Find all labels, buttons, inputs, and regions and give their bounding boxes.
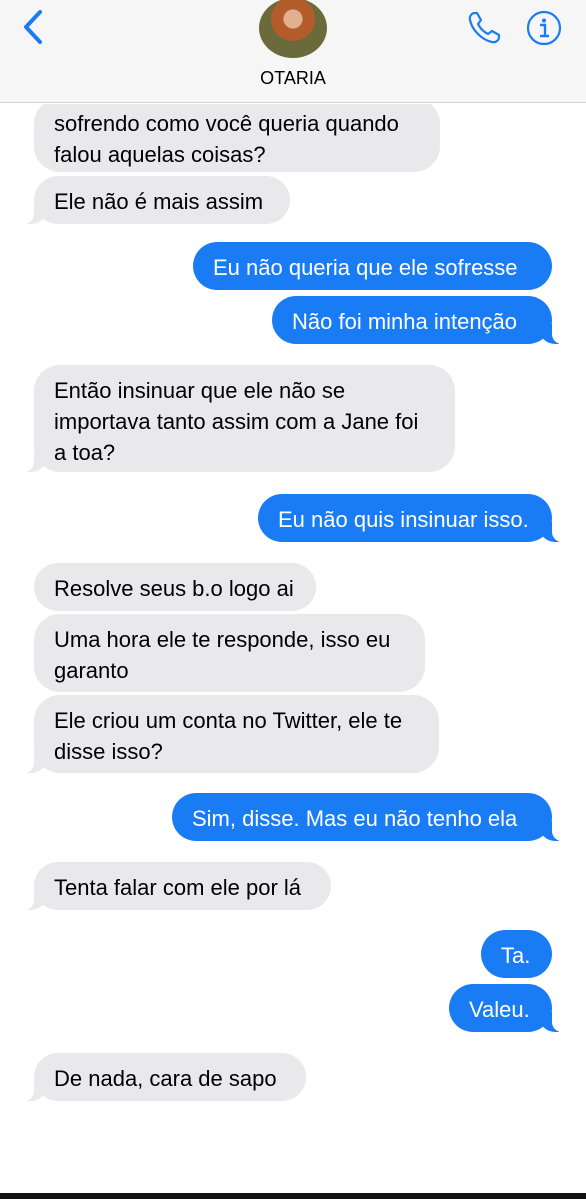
call-button[interactable]: [466, 10, 502, 46]
message-sent[interactable]: Eu não queria que ele sofresse: [193, 242, 552, 290]
message-sent[interactable]: Não foi minha intenção: [272, 296, 562, 344]
message-received[interactable]: sofrendo como você queria quando falou a…: [34, 104, 440, 172]
message-sent[interactable]: Sim, disse. Mas eu não tenho ela: [172, 793, 562, 841]
avatar[interactable]: [259, 0, 327, 58]
message-sent[interactable]: Ta.: [481, 930, 552, 978]
message-thread[interactable]: sofrendo como você queria quando falou a…: [0, 104, 586, 1194]
message-received[interactable]: Resolve seus b.o logo ai: [34, 563, 316, 611]
message-received[interactable]: Uma hora ele te responde, isso eu garant…: [34, 614, 425, 692]
message-received[interactable]: Então insinuar que ele não se importava …: [24, 365, 455, 472]
info-button[interactable]: [526, 10, 562, 46]
contact-name[interactable]: OTARIA: [0, 68, 586, 89]
message-received[interactable]: De nada, cara de sapo: [24, 1053, 306, 1101]
message-received[interactable]: Tenta falar com ele por lá: [24, 862, 331, 910]
phone-icon: [468, 11, 501, 44]
message-received[interactable]: Ele criou um conta no Twitter, ele te di…: [24, 695, 439, 773]
bottom-edge: [0, 1193, 586, 1199]
back-button[interactable]: [18, 8, 52, 46]
message-received[interactable]: Ele não é mais assim: [24, 176, 290, 224]
message-sent[interactable]: Eu não quis insinuar isso.: [258, 494, 562, 542]
chevron-left-icon: [24, 10, 42, 44]
message-sent[interactable]: Valeu.: [449, 984, 562, 1032]
info-icon: [526, 10, 562, 46]
conversation-header: OTARIA: [0, 0, 586, 103]
